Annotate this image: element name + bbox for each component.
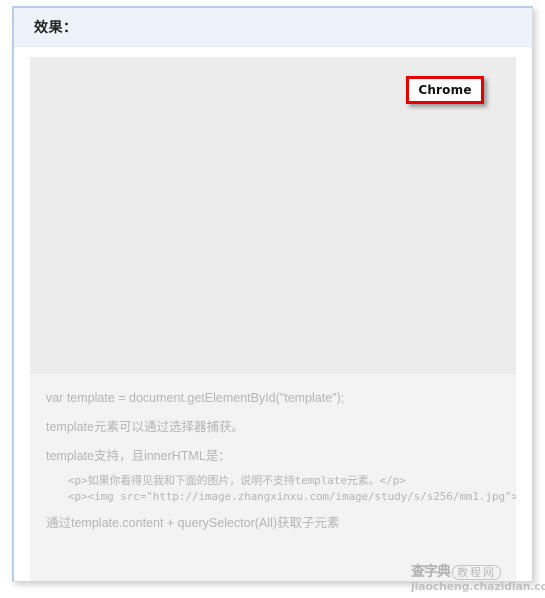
page-title: 效果：: [34, 19, 78, 35]
chrome-badge: Chrome: [406, 76, 484, 104]
code-line-1: var template = document.getElementById("…: [46, 391, 345, 405]
watermark-url: jiaocheng.chazidian.com: [411, 580, 545, 593]
code-line-2: template元素可以通过选择器捕获。: [46, 420, 244, 434]
code-snippet-line-1: <p>如果你看得见我和下面的图片，说明不支持template元素。</p>: [68, 474, 406, 487]
code-snippet-line-2: <p><img src="http://image.zhangxinxu.com…: [68, 490, 516, 503]
demo-stage-area: Chrome: [30, 57, 516, 374]
code-line-4: 通过template.content + querySelector(All)获…: [46, 516, 340, 530]
code-snippet-block: <p>如果你看得见我和下面的图片，说明不支持template元素。</p> <p…: [30, 471, 516, 509]
demo-header: 效果：: [14, 8, 532, 47]
chrome-badge-label: Chrome: [418, 83, 472, 97]
code-description-panel: var template = document.getElementById("…: [30, 374, 516, 581]
demo-container: 效果： Chrome var template = document.getEl…: [12, 6, 533, 582]
code-line-3: template支持，且innerHTML是：: [46, 449, 231, 463]
